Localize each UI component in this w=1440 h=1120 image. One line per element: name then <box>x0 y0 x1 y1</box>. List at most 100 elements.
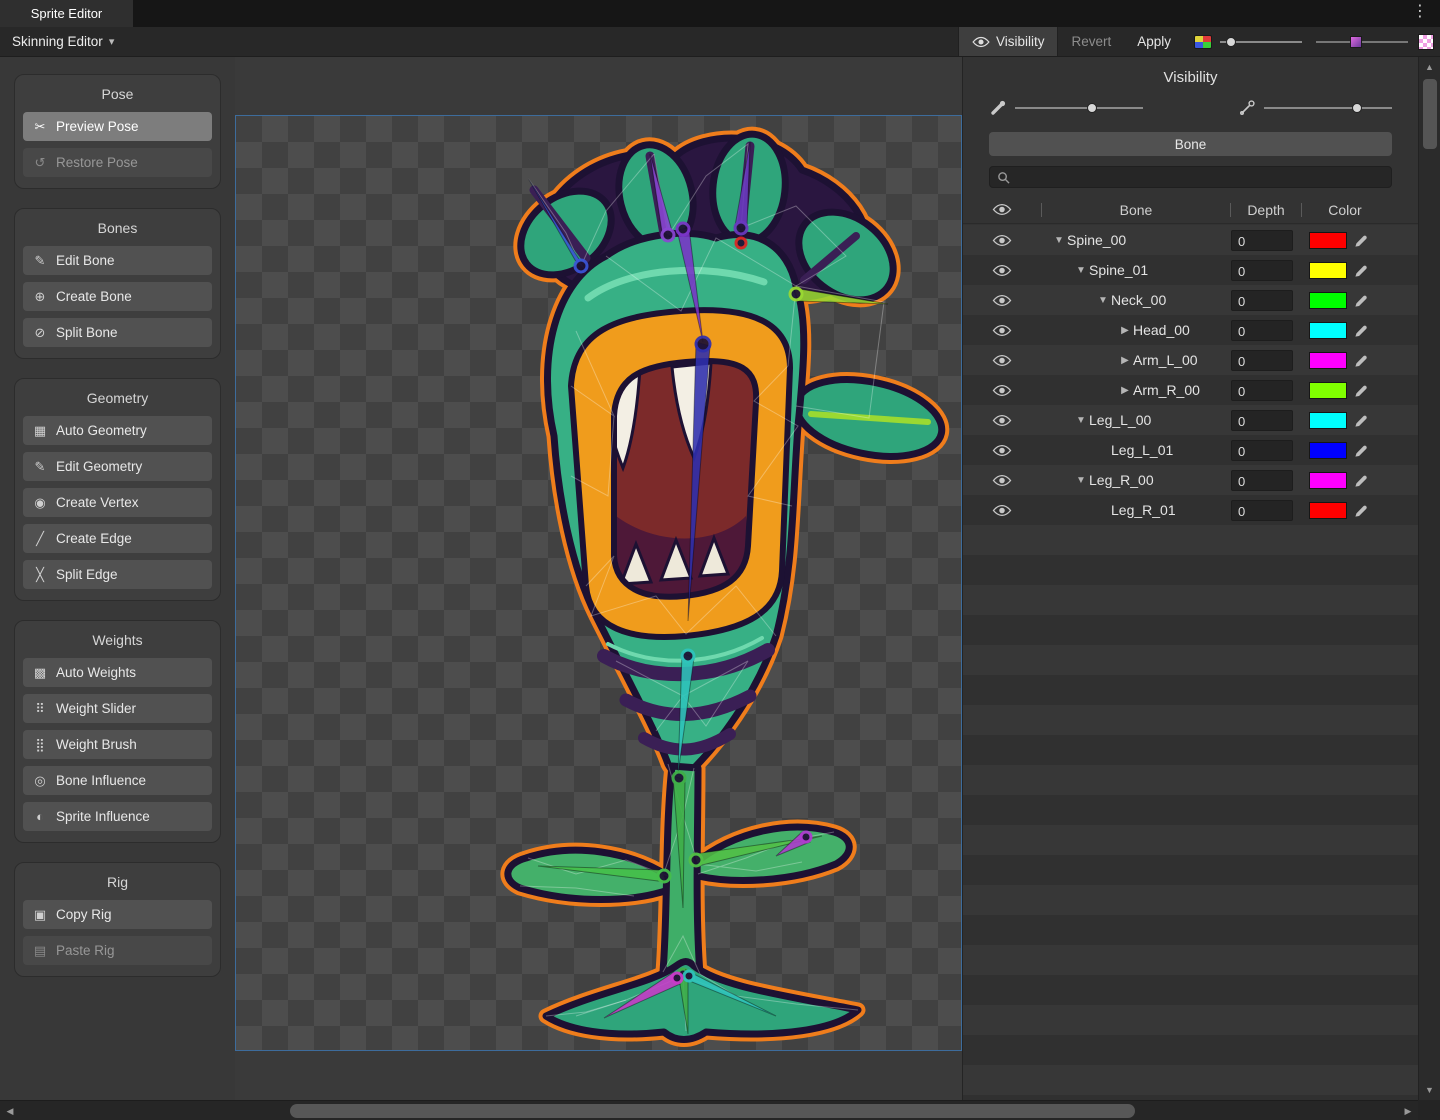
foldout-arrow[interactable]: ▼ <box>1073 415 1089 426</box>
weight-color-slider[interactable] <box>1316 27 1408 56</box>
scroll-up-icon[interactable]: ▲ <box>1419 57 1440 77</box>
depth-input[interactable]: 0 <box>1231 350 1293 371</box>
create-edge-button[interactable]: ╱ Create Edge <box>23 524 212 553</box>
bone-influence-button[interactable]: ◎ Bone Influence <box>23 766 212 795</box>
foldout-arrow[interactable]: ▼ <box>1073 475 1089 486</box>
scroll-down-icon[interactable]: ▼ <box>1419 1080 1440 1100</box>
eye-icon[interactable] <box>992 294 1012 307</box>
bone-color-swatch[interactable] <box>1309 472 1347 489</box>
eyedropper-icon[interactable] <box>1354 473 1369 488</box>
bone-row-leg-r-00[interactable]: ▼ Leg_R_00 0 <box>963 465 1418 495</box>
bone-color-swatch[interactable] <box>1309 442 1347 459</box>
copy-rig-button[interactable]: ▣ Copy Rig <box>23 900 212 929</box>
bone-row-arm-r-00[interactable]: ▶ Arm_R_00 0 <box>963 375 1418 405</box>
edit-geometry-button[interactable]: ✎ Edit Geometry <box>23 452 212 481</box>
paste-rig-button[interactable]: ▤ Paste Rig <box>23 936 212 965</box>
bone-color-swatch[interactable] <box>1309 352 1347 369</box>
split-edge-button[interactable]: ╳ Split Edge <box>23 560 212 589</box>
bone-row-arm-l-00[interactable]: ▶ Arm_L_00 0 <box>963 345 1418 375</box>
eyedropper-icon[interactable] <box>1354 503 1369 518</box>
horizontal-scroll-thumb[interactable] <box>290 1104 1135 1118</box>
eye-icon[interactable] <box>992 504 1012 517</box>
depth-input[interactable]: 0 <box>1231 380 1293 401</box>
scroll-right-icon[interactable]: ▶ <box>1398 1101 1418 1120</box>
editor-mode-dropdown[interactable]: Skinning Editor ▾ <box>0 27 126 56</box>
bone-color-swatch[interactable] <box>1309 412 1347 429</box>
auto-weights-button[interactable]: ▩ Auto Weights <box>23 658 212 687</box>
slider-handle[interactable] <box>1226 37 1236 47</box>
preview-pose-button[interactable]: ✂ Preview Pose <box>23 112 212 141</box>
foldout-arrow[interactable]: ▼ <box>1095 295 1111 306</box>
scroll-left-icon[interactable]: ◀ <box>0 1101 20 1120</box>
kebab-menu-icon[interactable]: ⋮ <box>1412 4 1428 20</box>
eyedropper-icon[interactable] <box>1354 383 1369 398</box>
bone-row-spine-01[interactable]: ▼ Spine_01 0 <box>963 255 1418 285</box>
create-vertex-button[interactable]: ◉ Create Vertex <box>23 488 212 517</box>
foldout-arrow[interactable]: ▼ <box>1073 265 1089 276</box>
split-bone-button[interactable]: ⊘ Split Bone <box>23 318 212 347</box>
bone-color-swatch[interactable] <box>1309 262 1347 279</box>
gradient-handle[interactable] <box>1350 36 1362 48</box>
search-input[interactable] <box>1015 170 1384 184</box>
eyedropper-icon[interactable] <box>1354 443 1369 458</box>
eye-icon[interactable] <box>992 354 1012 367</box>
texture-bounds[interactable] <box>235 115 962 1051</box>
eye-icon[interactable] <box>992 444 1012 457</box>
bone-opacity-slider[interactable] <box>1264 102 1392 114</box>
eyedropper-icon[interactable] <box>1354 233 1369 248</box>
foldout-arrow[interactable]: ▼ <box>1051 235 1067 246</box>
eye-icon[interactable] <box>992 234 1012 247</box>
foldout-arrow[interactable]: ▶ <box>1117 385 1133 396</box>
depth-input[interactable]: 0 <box>1231 470 1293 491</box>
auto-geometry-button[interactable]: ▦ Auto Geometry <box>23 416 212 445</box>
bone-color-swatch[interactable] <box>1309 322 1347 339</box>
bone-row-head-00[interactable]: ▶ Head_00 0 <box>963 315 1418 345</box>
vertical-scrollbar[interactable]: ▲ ▼ <box>1418 57 1440 1100</box>
depth-input[interactable]: 0 <box>1231 230 1293 251</box>
sprite-canvas[interactable] <box>235 57 962 1100</box>
eye-icon[interactable] <box>992 474 1012 487</box>
bone-row-neck-00[interactable]: ▼ Neck_00 0 <box>963 285 1418 315</box>
depth-input[interactable]: 0 <box>1231 260 1293 281</box>
bone-color-swatch[interactable] <box>1309 502 1347 519</box>
eyedropper-icon[interactable] <box>1354 323 1369 338</box>
eye-icon[interactable] <box>992 324 1012 337</box>
create-bone-button[interactable]: ⊕ Create Bone <box>23 282 212 311</box>
visibility-toggle-button[interactable]: Visibility <box>958 27 1059 56</box>
eye-icon[interactable] <box>992 264 1012 277</box>
sprite-influence-button[interactable]: ◐ Sprite Influence <box>23 802 212 831</box>
eyedropper-icon[interactable] <box>1354 413 1369 428</box>
restore-pose-button[interactable]: ↺ Restore Pose <box>23 148 212 177</box>
vertical-scroll-thumb[interactable] <box>1423 79 1437 149</box>
bone-color-swatch[interactable] <box>1309 382 1347 399</box>
bone-row-leg-l-01[interactable]: Leg_L_01 0 <box>963 435 1418 465</box>
bone-search-field[interactable] <box>989 166 1392 188</box>
depth-input[interactable]: 0 <box>1231 320 1293 341</box>
depth-input[interactable]: 0 <box>1231 500 1293 521</box>
eyedropper-icon[interactable] <box>1354 353 1369 368</box>
depth-input[interactable]: 0 <box>1231 410 1293 431</box>
depth-input[interactable]: 0 <box>1231 290 1293 311</box>
slider-handle[interactable] <box>1087 103 1097 113</box>
eyedropper-icon[interactable] <box>1354 293 1369 308</box>
foldout-arrow[interactable]: ▶ <box>1117 355 1133 366</box>
sprite-alpha-slider[interactable] <box>1220 27 1302 56</box>
bone-row-leg-l-00[interactable]: ▼ Leg_L_00 0 <box>963 405 1418 435</box>
weight-brush-button[interactable]: ⣿ Weight Brush <box>23 730 212 759</box>
bone-size-slider[interactable] <box>1015 102 1143 114</box>
bone-row-spine-00[interactable]: ▼ Spine_00 0 <box>963 225 1418 255</box>
tab-bone[interactable]: Bone <box>989 132 1392 156</box>
apply-button[interactable]: Apply <box>1124 27 1184 56</box>
bone-row-leg-r-01[interactable]: Leg_R_01 0 <box>963 495 1418 525</box>
slider-handle[interactable] <box>1352 103 1362 113</box>
eye-icon[interactable] <box>992 414 1012 427</box>
revert-button[interactable]: Revert <box>1058 27 1124 56</box>
texture-checker-icon[interactable] <box>1418 34 1434 50</box>
edit-bone-button[interactable]: ✎ Edit Bone <box>23 246 212 275</box>
sprite-editor-tab[interactable]: Sprite Editor <box>0 0 133 27</box>
color-palette-icon[interactable] <box>1194 35 1212 49</box>
eyedropper-icon[interactable] <box>1354 263 1369 278</box>
eye-icon[interactable] <box>992 384 1012 397</box>
foldout-arrow[interactable]: ▶ <box>1117 325 1133 336</box>
depth-input[interactable]: 0 <box>1231 440 1293 461</box>
